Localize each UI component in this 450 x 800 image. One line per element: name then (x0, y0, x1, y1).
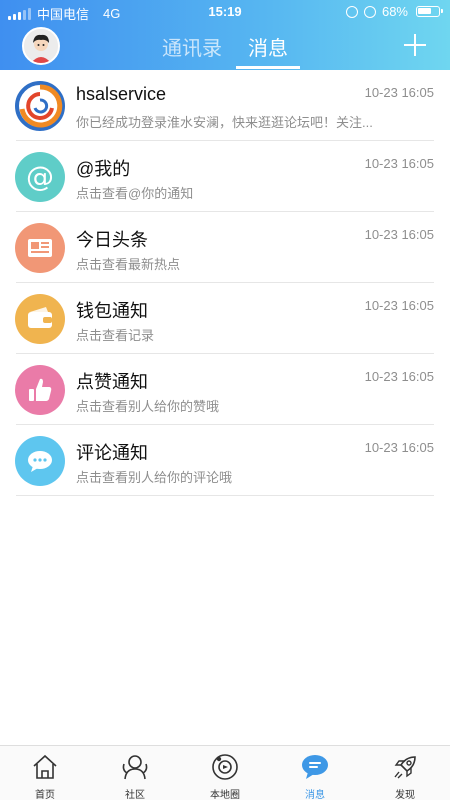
message-title: hsalservice (76, 84, 167, 104)
local-circle-icon (212, 754, 238, 780)
tab-label: 本地圈 (210, 790, 240, 800)
message-title: 今日头条 (76, 230, 148, 250)
message-item-headlines[interactable]: 今日头条 点击查看最新热点 10-23 16:05 (0, 212, 450, 283)
message-time: 10-23 16:05 (364, 369, 434, 384)
tab-label: 发现 (395, 790, 415, 800)
message-preview: 点击查看记录 (76, 328, 155, 343)
active-tab-indicator (236, 66, 300, 69)
tab-messages[interactable]: 消息 (248, 32, 288, 61)
tab-local-circle[interactable]: 本地圈 (180, 746, 270, 800)
alarm-icon (363, 5, 376, 18)
message-item-likes[interactable]: 点赞通知 点击查看别人给你的赞哦 10-23 16:05 (0, 354, 450, 425)
thumbs-up-icon (15, 365, 65, 415)
message-screen: 中国电信 4G 15:19 68% 通讯录 消息 hsalservice 你已经… (0, 0, 450, 800)
tab-messages-bottom[interactable]: 消息 (270, 746, 360, 800)
message-preview: 点击查看@你的通知 (76, 186, 194, 201)
message-time: 10-23 16:05 (364, 440, 434, 455)
message-preview: 点击查看最新热点 (76, 257, 181, 272)
message-preview: 你已经成功登录淮水安澜，快来逛逛论坛吧！关注... (76, 115, 373, 130)
message-time: 10-23 16:05 (364, 85, 434, 100)
tab-label: 社区 (125, 790, 145, 800)
message-icon (302, 755, 328, 779)
tab-community[interactable]: 社区 (90, 746, 180, 800)
message-preview: 点击查看别人给你的赞哦 (76, 399, 220, 414)
status-bar: 中国电信 4G 15:19 68% (0, 0, 450, 24)
avatar-icon (24, 29, 58, 63)
message-item-wallet[interactable]: 钱包通知 点击查看记录 10-23 16:05 (0, 283, 450, 354)
message-title: 钱包通知 (76, 301, 148, 321)
message-time: 10-23 16:05 (364, 298, 434, 313)
message-preview: 点击查看别人给你的评论哦 (76, 470, 233, 485)
hsalservice-logo-icon (15, 81, 65, 131)
tab-label: 消息 (305, 790, 325, 800)
community-icon (122, 755, 148, 780)
tab-label: 首页 (35, 790, 55, 800)
svg-text:@: @ (26, 160, 54, 193)
tab-contacts[interactable]: 通讯录 (162, 32, 222, 61)
at-icon: @ (15, 152, 65, 202)
orientation-lock-icon (345, 5, 358, 18)
message-title: @我的 (76, 159, 131, 179)
battery-icon (416, 6, 443, 17)
message-item-comments[interactable]: 评论通知 点击查看别人给你的评论哦 10-23 16:05 (0, 425, 450, 496)
divider (16, 495, 434, 496)
tab-home[interactable]: 首页 (0, 746, 90, 800)
message-time: 10-23 16:05 (364, 227, 434, 242)
home-icon (33, 754, 57, 779)
battery-percent: 68% (381, 4, 408, 19)
avatar[interactable] (22, 27, 60, 65)
comment-icon (15, 436, 65, 486)
bottom-tab-bar: 首页 社区 本地圈 消息 发现 (0, 745, 450, 800)
message-title: 评论通知 (76, 443, 148, 463)
wallet-icon (15, 294, 65, 344)
tab-discover[interactable]: 发现 (360, 746, 450, 800)
status-right: 68% (345, 4, 443, 19)
newspaper-icon (15, 223, 65, 273)
message-item-at-me[interactable]: @ @我的 点击查看@你的通知 10-23 16:05 (0, 141, 450, 212)
message-list: hsalservice 你已经成功登录淮水安澜，快来逛逛论坛吧！关注... 10… (0, 70, 450, 496)
message-time: 10-23 16:05 (364, 156, 434, 171)
message-title: 点赞通知 (76, 372, 148, 392)
message-item-hsalservice[interactable]: hsalservice 你已经成功登录淮水安澜，快来逛逛论坛吧！关注... 10… (0, 70, 450, 141)
plus-icon[interactable] (402, 32, 428, 58)
rocket-icon (394, 756, 416, 779)
header: 中国电信 4G 15:19 68% 通讯录 消息 (0, 0, 450, 70)
